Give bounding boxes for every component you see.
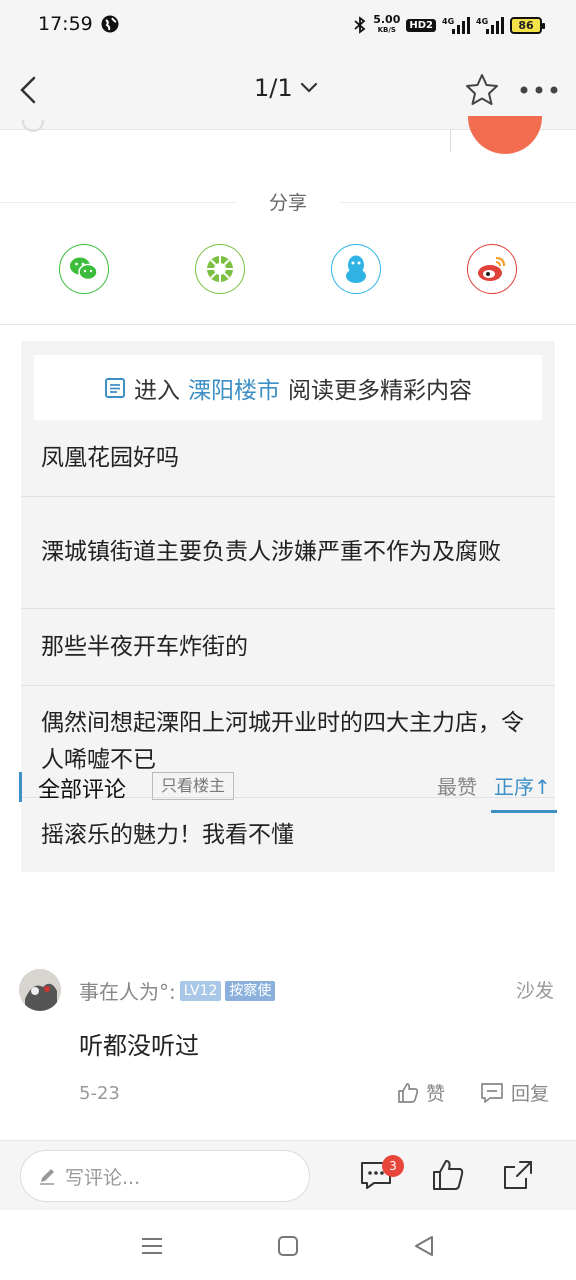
related-post-item[interactable]: 凤凰花园好吗 (21, 421, 555, 497)
star-icon[interactable] (464, 72, 500, 108)
share-title: 分享 (0, 188, 576, 215)
weibo-icon (478, 256, 506, 281)
forum-link[interactable]: 进入 溧阳楼市 阅读更多精彩内容 (34, 355, 542, 420)
sort-hot-tab[interactable]: 最赞 (437, 771, 477, 800)
svg-text:4G: 4G (442, 17, 454, 26)
page-indicator: 1/1 (254, 74, 293, 102)
reply-button[interactable]: 回复 (479, 1079, 549, 1106)
partial-icon (22, 120, 44, 132)
comment-author[interactable]: 事在人为°: LV12 按察使 (79, 976, 276, 1005)
share-icon[interactable] (500, 1157, 536, 1193)
share-options (0, 244, 576, 294)
status-bar: 17:59 5.00 KB/S HD2 4G 4G 86 (0, 0, 576, 50)
bottom-action-bar: 写评论... 3 (0, 1140, 576, 1210)
page-selector[interactable]: 1/1 (254, 74, 319, 102)
avatar-image (19, 969, 61, 1011)
moments-icon (207, 256, 233, 282)
comment-input-placeholder: 写评论... (65, 1166, 141, 1189)
system-nav-bar (0, 1210, 576, 1280)
thumbs-up-icon[interactable] (430, 1157, 466, 1193)
owner-only-button[interactable]: 只看楼主 (152, 772, 235, 800)
comment-input[interactable]: 写评论... (20, 1150, 310, 1202)
role-badge: 按察使 (225, 980, 276, 1001)
weibo-share-button[interactable] (467, 244, 517, 294)
hd-icon: HD2 (406, 18, 436, 32)
pencil-icon (40, 1169, 54, 1185)
battery-icon: 86 (510, 16, 545, 34)
sort-order-tab[interactable]: 正序↑ (494, 771, 551, 800)
home-icon[interactable] (274, 1232, 302, 1260)
qq-icon (346, 255, 366, 283)
wechat-icon (70, 257, 98, 281)
section-marker (19, 772, 22, 802)
thumbs-up-icon (398, 1082, 419, 1103)
forum-name[interactable]: 溧阳楼市 (188, 371, 280, 405)
forum-link-suffix: 阅读更多精彩内容 (288, 377, 472, 404)
status-time: 17:59 (38, 13, 93, 35)
back-triangle-icon[interactable] (410, 1232, 438, 1260)
forum-link-prefix: 进入 (134, 377, 180, 404)
related-post-item[interactable]: 那些半夜开车炸街的 (21, 609, 555, 686)
svg-text:4G: 4G (476, 17, 488, 26)
back-icon[interactable] (14, 72, 46, 108)
wechat-share-button[interactable] (59, 244, 109, 294)
comment-text: 听都没听过 (79, 1032, 199, 1060)
divider (450, 130, 451, 152)
bluetooth-icon (354, 16, 366, 34)
related-post-item[interactable]: 溧城镇街道主要负责人涉嫌严重不作为及腐败 (21, 497, 555, 609)
username[interactable]: 事在人为°: (79, 976, 176, 1005)
network-speed: 5.00 KB/S (373, 13, 401, 34)
level-badge: LV12 (179, 980, 222, 1001)
qq-share-button[interactable] (331, 244, 381, 294)
comment-date: 5-23 (79, 1083, 120, 1104)
active-tab-indicator (491, 810, 557, 813)
document-icon (105, 377, 125, 398)
comment-item: 事在人为°: LV12 按察使 沙发 听都没听过 5-23 赞 回复 (0, 835, 576, 1140)
comment-count-badge: 3 (382, 1155, 404, 1177)
status-icons: 5.00 KB/S HD2 4G 4G 86 (353, 12, 545, 38)
partial-avatar[interactable] (468, 116, 542, 154)
reply-icon (481, 1082, 503, 1103)
like-button[interactable]: 赞 (396, 1079, 445, 1106)
floor-label: 沙发 (516, 980, 555, 1002)
more-icon[interactable] (518, 78, 560, 102)
chevron-down-icon (300, 82, 317, 93)
recent-apps-icon[interactable] (138, 1232, 166, 1260)
moments-share-button[interactable] (195, 244, 245, 294)
signal-icon: 4G (442, 17, 470, 34)
divider (0, 324, 576, 325)
avatar[interactable] (19, 969, 61, 1011)
comments-header: 全部评论 只看楼主 最赞 正序↑ (0, 766, 576, 816)
globe-icon (101, 15, 119, 33)
signal-icon: 4G (476, 17, 504, 34)
comments-title: 全部评论 (38, 778, 127, 803)
